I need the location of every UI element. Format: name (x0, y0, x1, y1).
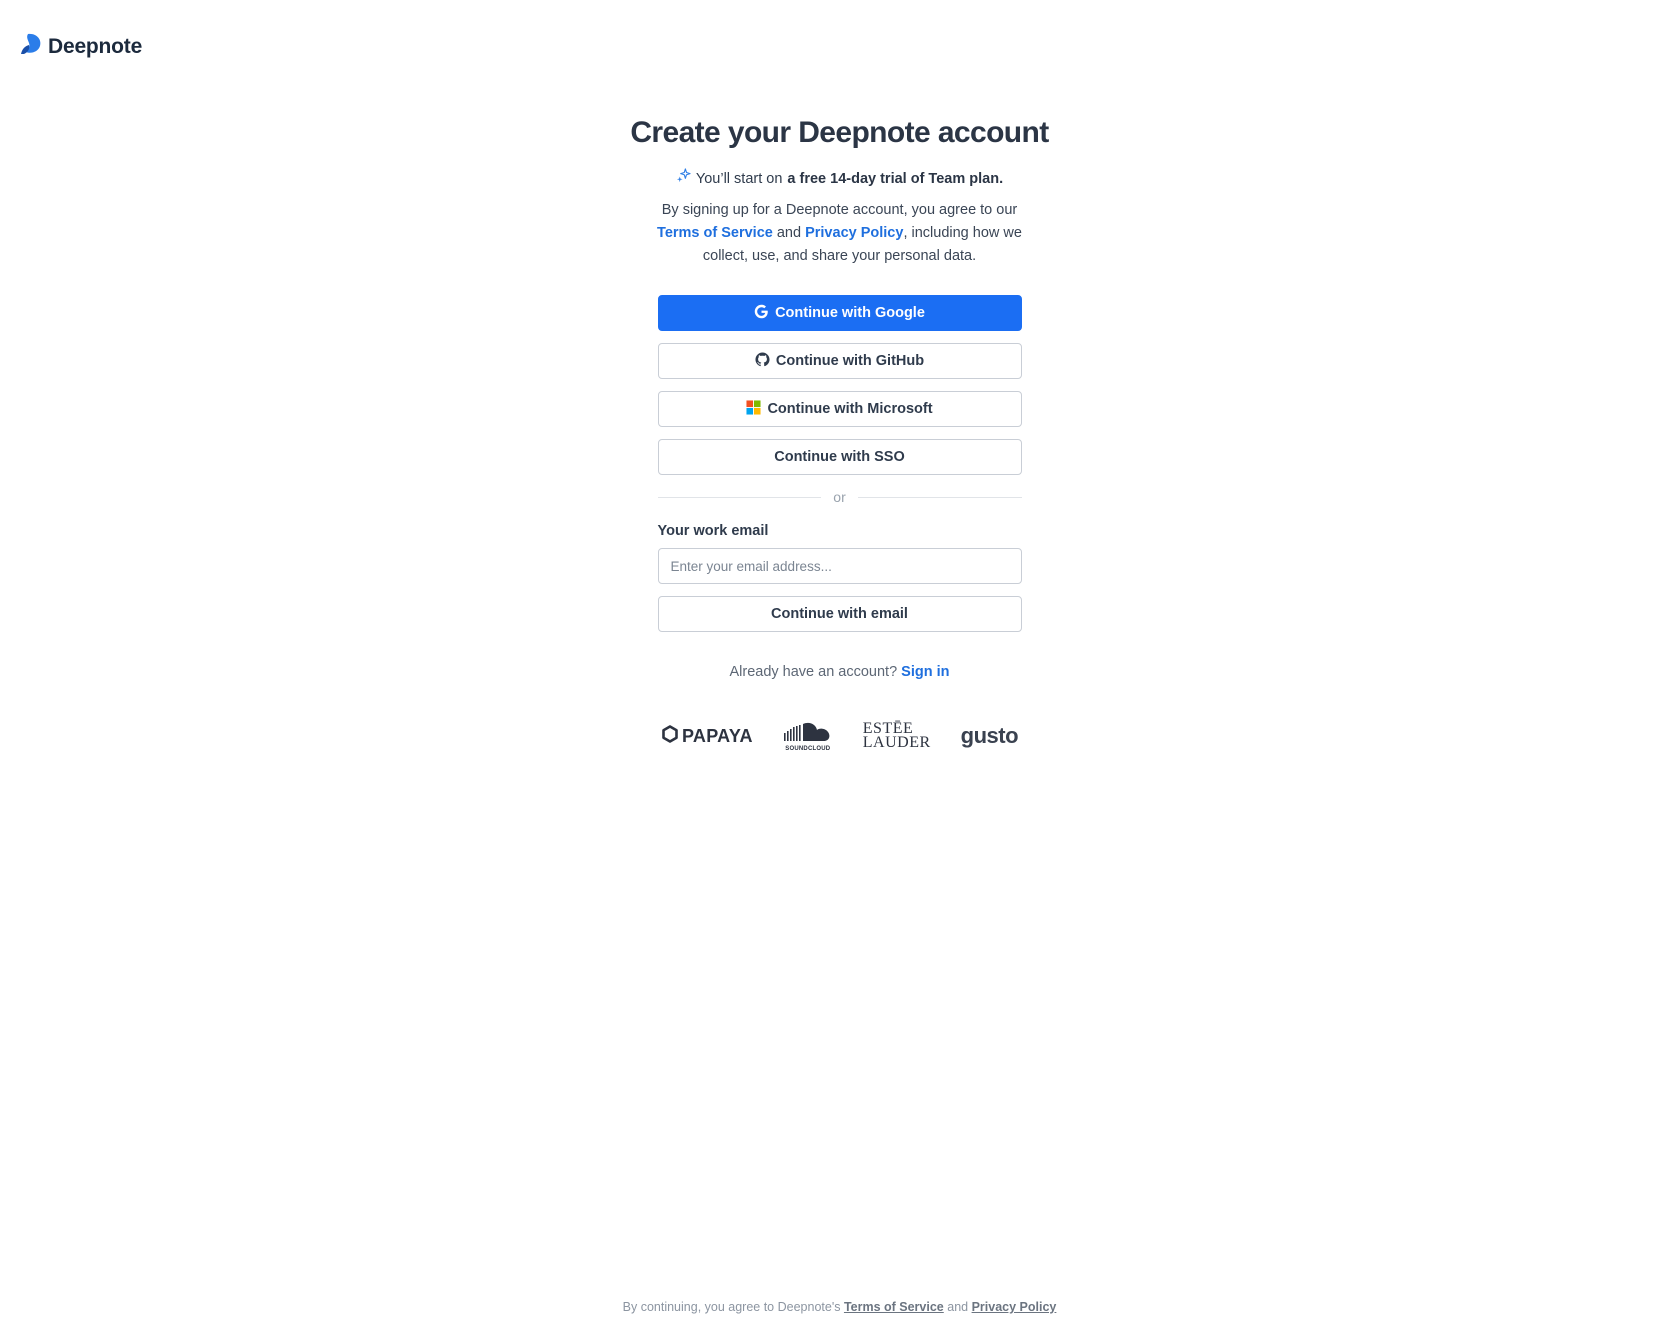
soundcloud-cloud-icon (783, 721, 833, 748)
terms-link[interactable]: Terms of Service (657, 225, 773, 241)
soundcloud-logo: SOUNDCLOUD (783, 721, 833, 752)
continue-email-label: Continue with email (771, 606, 908, 622)
deepnote-logo-icon (20, 33, 42, 60)
soundcloud-wordmark: SOUNDCLOUD (785, 745, 831, 752)
page-title: Create your Deepnote account (630, 116, 1049, 149)
brand-name: Deepnote (48, 34, 143, 58)
customer-logos: PAPAYA SOUNDCLOUD ESTĒE LAUDER gusto (661, 720, 1019, 752)
gusto-logo: gusto (960, 723, 1019, 748)
microsoft-button[interactable]: Continue with Microsoft (657, 391, 1022, 427)
footer-and: and (943, 1300, 972, 1314)
auth-buttons: Continue with Google Continue with GitHu… (657, 295, 1022, 475)
google-button-label: Continue with Google (775, 305, 925, 321)
microsoft-button-label: Continue with Microsoft (767, 401, 933, 417)
papaya-mark-icon (661, 724, 679, 748)
google-button[interactable]: Continue with Google (657, 295, 1022, 331)
email-field-group: Your work email Continue with email (657, 523, 1022, 632)
sso-button[interactable]: Continue with SSO (657, 439, 1022, 475)
legal-text: By signing up for a Deepnote account, yo… (650, 199, 1030, 268)
trial-prefix: You’ll start on (695, 170, 783, 187)
sparkle-icon (676, 168, 691, 189)
papaya-logo: PAPAYA (661, 724, 753, 748)
signup-form: Create your Deepnote account You’ll star… (0, 113, 1679, 752)
github-icon (755, 351, 770, 371)
footer-privacy-link[interactable]: Privacy Policy (972, 1300, 1057, 1314)
signin-link[interactable]: Sign in (901, 664, 949, 680)
legal-prefix: By signing up for a Deepnote account, yo… (661, 202, 1018, 218)
footer-prefix: By continuing, you agree to Deepnote's (622, 1300, 844, 1314)
sso-button-label: Continue with SSO (774, 449, 905, 465)
signin-prompt-text: Already have an account? (729, 664, 902, 680)
or-divider: or (657, 489, 1022, 505)
signin-prompt: Already have an account? Sign in (729, 664, 949, 680)
trial-bold: a free 14-day trial of Team plan. (787, 170, 1004, 187)
divider-line-right (857, 496, 1022, 498)
legal-and: and (772, 225, 806, 241)
google-icon (754, 304, 769, 323)
microsoft-icon (746, 399, 761, 419)
github-button-label: Continue with GitHub (775, 353, 925, 369)
estee-lauder-logo: ESTĒE LAUDER (862, 721, 931, 751)
footer-terms-link[interactable]: Terms of Service (844, 1300, 944, 1314)
github-button[interactable]: Continue with GitHub (657, 343, 1022, 379)
divider-line-left (657, 496, 822, 498)
email-label: Your work email (657, 523, 769, 539)
privacy-link[interactable]: Privacy Policy (805, 225, 903, 241)
estee-lauder-line2: LAUDER (862, 734, 931, 751)
trial-notice: You’ll start on a free 14-day trial of T… (676, 168, 1003, 189)
continue-email-button[interactable]: Continue with email (657, 596, 1022, 632)
deepnote-logo[interactable]: Deepnote (20, 33, 142, 60)
papaya-wordmark: PAPAYA (681, 725, 753, 746)
email-input[interactable] (657, 548, 1022, 584)
footer-legal: By continuing, you agree to Deepnote's T… (0, 1300, 1679, 1314)
divider-text: or (833, 489, 846, 505)
